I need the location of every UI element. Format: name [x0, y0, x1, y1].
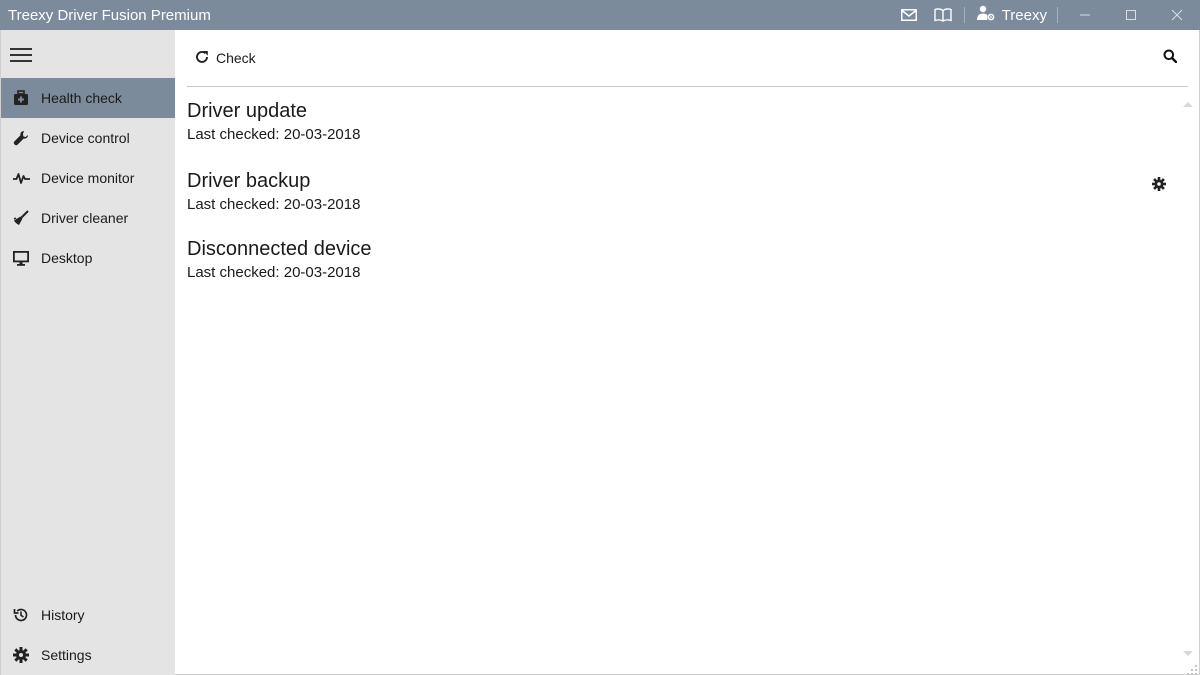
maximize-icon: [1125, 9, 1137, 21]
minimize-icon: [1079, 9, 1091, 21]
last-checked-text: Last checked: 20-03-2018: [187, 196, 1147, 213]
wrench-icon: [1, 118, 41, 158]
sidebar-item-device-control[interactable]: Device control: [1, 118, 175, 158]
titlebar-actions: Treexy: [892, 0, 1200, 30]
search-icon: [1163, 49, 1177, 68]
last-checked-text: Last checked: 20-03-2018: [187, 264, 1147, 281]
book-icon[interactable]: [926, 0, 960, 30]
scroll-up-arrow[interactable]: [1183, 102, 1193, 107]
sidebar-item-health-check[interactable]: Health check: [1, 78, 175, 118]
check-title: Disconnected device: [187, 238, 1147, 261]
sidebar-item-desktop[interactable]: Desktop: [1, 238, 175, 278]
sidebar: Health check Device control Device monit…: [0, 30, 175, 675]
list-item-driver-backup[interactable]: Driver backup Last checked: 20-03-2018: [187, 170, 1147, 213]
minimize-button[interactable]: [1062, 0, 1108, 30]
search-button[interactable]: [1160, 48, 1180, 68]
titlebar-divider: [1057, 7, 1058, 23]
mail-icon[interactable]: [892, 0, 926, 30]
sidebar-item-label: History: [41, 607, 85, 623]
toolbar: Check: [187, 30, 1188, 87]
sidebar-item-label: Device monitor: [41, 170, 134, 186]
monitor-icon: [1, 238, 41, 278]
check-title: Driver backup: [187, 170, 1147, 193]
sidebar-item-history[interactable]: History: [1, 595, 175, 635]
refresh-icon: [195, 50, 209, 67]
user-settings-icon: [977, 5, 995, 26]
titlebar-divider: [964, 7, 965, 23]
resize-grip[interactable]: [1187, 662, 1197, 672]
broom-icon: [1, 198, 41, 238]
gear-icon: [1, 635, 41, 675]
check-button[interactable]: Check: [195, 47, 256, 69]
sidebar-item-label: Desktop: [41, 250, 92, 266]
close-button[interactable]: [1154, 0, 1200, 30]
title-bar: Treexy Driver Fusion Premium Treexy: [0, 0, 1200, 30]
sidebar-item-label: Driver cleaner: [41, 210, 128, 226]
list-item-driver-update[interactable]: Driver update Last checked: 20-03-2018: [187, 100, 1147, 143]
gear-icon: [1152, 177, 1166, 196]
close-icon: [1171, 9, 1183, 21]
pulse-icon: [1, 158, 41, 198]
driver-backup-settings-button[interactable]: [1149, 176, 1169, 196]
history-icon: [1, 595, 41, 635]
sidebar-item-settings[interactable]: Settings: [1, 635, 175, 675]
check-button-label: Check: [216, 50, 256, 66]
sidebar-item-label: Settings: [41, 647, 92, 663]
check-title: Driver update: [187, 100, 1147, 123]
sidebar-item-device-monitor[interactable]: Device monitor: [1, 158, 175, 198]
list-item-disconnected-device[interactable]: Disconnected device Last checked: 20-03-…: [187, 238, 1147, 281]
user-menu[interactable]: Treexy: [969, 0, 1053, 30]
user-name: Treexy: [1002, 7, 1047, 24]
maximize-button[interactable]: [1108, 0, 1154, 30]
sidebar-item-driver-cleaner[interactable]: Driver cleaner: [1, 198, 175, 238]
window-title: Treexy Driver Fusion Premium: [0, 7, 892, 24]
hamburger-icon[interactable]: [10, 46, 32, 64]
sidebar-item-label: Health check: [41, 90, 122, 106]
main-panel: Check Driver update Last checked: 20-03-…: [175, 30, 1200, 675]
first-aid-kit-icon: [1, 78, 41, 118]
last-checked-text: Last checked: 20-03-2018: [187, 126, 1147, 143]
scroll-down-arrow[interactable]: [1183, 651, 1193, 656]
sidebar-item-label: Device control: [41, 130, 130, 146]
